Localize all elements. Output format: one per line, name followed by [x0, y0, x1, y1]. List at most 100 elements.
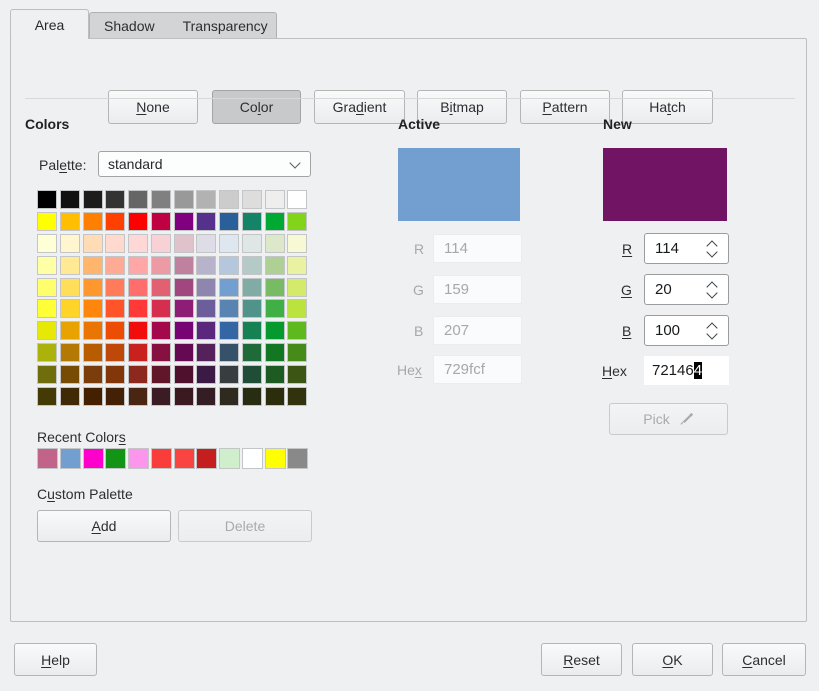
color-swatch[interactable] [83, 321, 103, 340]
color-swatch[interactable] [83, 299, 103, 318]
color-swatch[interactable] [60, 278, 80, 297]
color-swatch[interactable] [174, 321, 194, 340]
color-swatch[interactable] [128, 321, 148, 340]
color-swatch[interactable] [287, 387, 307, 406]
color-swatch[interactable] [196, 365, 216, 384]
color-swatch[interactable] [83, 190, 103, 209]
color-swatch[interactable] [151, 448, 172, 469]
color-swatch[interactable] [83, 387, 103, 406]
color-swatch[interactable] [174, 278, 194, 297]
color-swatch[interactable] [174, 190, 194, 209]
color-swatch[interactable] [287, 299, 307, 318]
color-swatch[interactable] [37, 299, 57, 318]
color-swatch[interactable] [265, 278, 285, 297]
tab-shadow[interactable]: Shadow [90, 18, 169, 34]
color-swatch[interactable] [219, 278, 239, 297]
ok-button[interactable]: OK [632, 643, 713, 676]
color-swatch[interactable] [128, 234, 148, 253]
color-swatch[interactable] [128, 190, 148, 209]
color-swatch[interactable] [128, 256, 148, 275]
color-swatch[interactable] [105, 212, 125, 231]
color-swatch[interactable] [128, 448, 149, 469]
color-swatch[interactable] [60, 448, 81, 469]
color-swatch[interactable] [174, 365, 194, 384]
color-swatch[interactable] [196, 387, 216, 406]
color-swatch[interactable] [105, 343, 125, 362]
color-swatch[interactable] [151, 365, 171, 384]
fill-hatch-button[interactable]: Hatch [622, 90, 713, 124]
color-swatch[interactable] [151, 299, 171, 318]
color-swatch[interactable] [60, 321, 80, 340]
color-swatch[interactable] [105, 321, 125, 340]
color-swatch[interactable] [242, 365, 262, 384]
color-swatch[interactable] [151, 234, 171, 253]
color-swatch[interactable] [37, 256, 57, 275]
new-b-spinner[interactable]: 100 [644, 315, 729, 346]
new-hex-input[interactable]: 721464 [644, 356, 729, 385]
color-swatch[interactable] [105, 387, 125, 406]
color-swatch[interactable] [265, 321, 285, 340]
color-swatch[interactable] [83, 343, 103, 362]
color-swatch[interactable] [242, 212, 262, 231]
color-swatch[interactable] [174, 212, 194, 231]
tab-area[interactable]: Area [10, 9, 89, 39]
color-swatch[interactable] [151, 321, 171, 340]
color-swatch[interactable] [196, 343, 216, 362]
color-swatch[interactable] [83, 448, 104, 469]
color-swatch[interactable] [128, 365, 148, 384]
color-swatch[interactable] [219, 256, 239, 275]
color-swatch[interactable] [196, 278, 216, 297]
color-swatch[interactable] [105, 365, 125, 384]
color-swatch[interactable] [219, 234, 239, 253]
color-swatch[interactable] [265, 299, 285, 318]
color-swatch[interactable] [287, 190, 307, 209]
color-swatch[interactable] [196, 234, 216, 253]
color-swatch[interactable] [37, 343, 57, 362]
color-swatch[interactable] [151, 256, 171, 275]
color-swatch[interactable] [60, 190, 80, 209]
color-swatch[interactable] [242, 234, 262, 253]
color-swatch[interactable] [219, 343, 239, 362]
color-swatch[interactable] [219, 299, 239, 318]
color-swatch[interactable] [128, 343, 148, 362]
color-swatch[interactable] [265, 343, 285, 362]
color-swatch[interactable] [60, 343, 80, 362]
color-swatch[interactable] [83, 234, 103, 253]
color-swatch[interactable] [219, 321, 239, 340]
color-swatch[interactable] [265, 190, 285, 209]
color-swatch[interactable] [196, 190, 216, 209]
new-g-spinner[interactable]: 20 [644, 274, 729, 305]
color-swatch[interactable] [242, 256, 262, 275]
fill-gradient-button[interactable]: Gradient [314, 90, 405, 124]
color-swatch[interactable] [287, 343, 307, 362]
color-swatch[interactable] [83, 365, 103, 384]
color-swatch[interactable] [219, 365, 239, 384]
reset-button[interactable]: Reset [541, 643, 622, 676]
color-swatch[interactable] [287, 212, 307, 231]
fill-color-button[interactable]: Color [212, 90, 301, 124]
color-swatch[interactable] [174, 256, 194, 275]
color-swatch[interactable] [265, 365, 285, 384]
color-swatch[interactable] [37, 212, 57, 231]
color-swatch[interactable] [83, 212, 103, 231]
pick-button[interactable]: Pick [609, 403, 728, 435]
color-swatch[interactable] [128, 387, 148, 406]
color-swatch[interactable] [37, 321, 57, 340]
color-swatch[interactable] [151, 212, 171, 231]
color-swatch[interactable] [37, 278, 57, 297]
color-swatch[interactable] [242, 343, 262, 362]
color-swatch[interactable] [105, 278, 125, 297]
color-swatch[interactable] [287, 234, 307, 253]
color-swatch[interactable] [105, 448, 126, 469]
color-swatch[interactable] [265, 256, 285, 275]
color-swatch[interactable] [128, 299, 148, 318]
palette-dropdown[interactable]: standard [98, 151, 311, 177]
color-swatch[interactable] [174, 234, 194, 253]
palette-color-grid[interactable] [37, 190, 307, 406]
color-swatch[interactable] [242, 387, 262, 406]
color-swatch[interactable] [242, 321, 262, 340]
color-swatch[interactable] [151, 387, 171, 406]
color-swatch[interactable] [128, 278, 148, 297]
color-swatch[interactable] [242, 278, 262, 297]
add-button[interactable]: Add [37, 510, 171, 542]
